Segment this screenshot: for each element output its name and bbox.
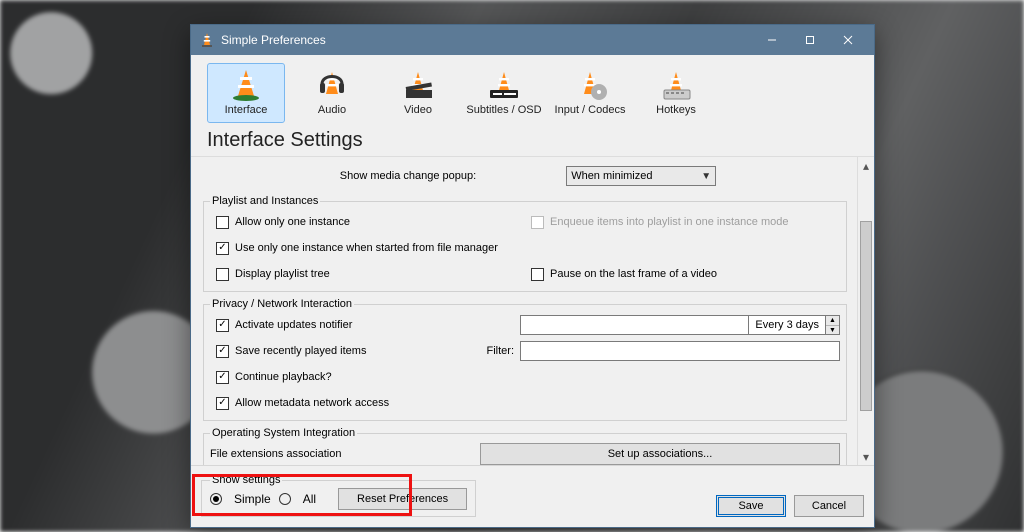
cancel-button[interactable]: Cancel — [794, 495, 864, 517]
filter-label: Filter: — [470, 345, 520, 357]
clapper-cone-icon — [398, 68, 438, 102]
group-legend: Show settings — [210, 474, 282, 486]
spin-value: Every 3 days — [749, 316, 825, 334]
enqueue-one-instance-checkbox — [531, 216, 544, 229]
checkbox-label: Enqueue items into playlist in one insta… — [550, 216, 788, 228]
radio-label: Simple — [234, 492, 271, 506]
checkbox-label: Use only one instance when started from … — [235, 242, 498, 254]
scrollbar-thumb[interactable] — [860, 221, 872, 411]
select-value: When minimized — [571, 170, 652, 182]
close-button[interactable] — [832, 25, 870, 55]
settings-scrollpane: Show media change popup: When minimized … — [191, 157, 857, 465]
group-legend: Privacy / Network Interaction — [210, 298, 354, 310]
category-label: Video — [404, 104, 432, 116]
chevron-down-icon: ▼ — [701, 171, 711, 182]
checkbox-label: Save recently played items — [235, 345, 366, 357]
titlebar: Simple Preferences — [191, 25, 874, 55]
continue-playback-checkbox[interactable] — [216, 371, 229, 384]
category-label: Subtitles / OSD — [466, 104, 541, 116]
category-label: Hotkeys — [656, 104, 696, 116]
file-assoc-label: File extensions association — [210, 448, 480, 460]
save-recent-checkbox[interactable] — [216, 345, 229, 358]
category-toolbar: Interface Audio Video Subtitles / OSD — [191, 55, 874, 125]
pause-last-frame-checkbox[interactable] — [531, 268, 544, 281]
vertical-scrollbar[interactable]: ▴ ▾ — [857, 157, 874, 465]
category-label: Interface — [225, 104, 268, 116]
display-playlist-tree-checkbox[interactable] — [216, 268, 229, 281]
minimize-button[interactable] — [756, 25, 794, 55]
scroll-up-icon[interactable]: ▴ — [858, 157, 874, 174]
updates-interval-field[interactable] — [520, 315, 749, 335]
playlist-group: Playlist and Instances Allow only one in… — [203, 195, 847, 292]
radio-label: All — [303, 492, 316, 506]
os-integration-group: Operating System Integration File extens… — [203, 427, 847, 465]
group-legend: Playlist and Instances — [210, 195, 320, 207]
category-hotkeys[interactable]: Hotkeys — [637, 63, 715, 123]
reset-preferences-button[interactable]: Reset Preferences — [338, 488, 467, 510]
allow-one-instance-checkbox[interactable] — [216, 216, 229, 229]
allow-metadata-checkbox[interactable] — [216, 397, 229, 410]
checkbox-label: Allow only one instance — [235, 216, 350, 228]
window-title: Simple Preferences — [221, 33, 326, 47]
updates-interval-spinner[interactable]: Every 3 days ▲▼ — [749, 315, 840, 335]
show-simple-radio[interactable] — [210, 493, 222, 505]
media-popup-select[interactable]: When minimized ▼ — [566, 166, 716, 186]
category-label: Audio — [318, 104, 346, 116]
subtitle-cone-icon — [484, 68, 524, 102]
checkbox-label: Pause on the last frame of a video — [550, 268, 717, 280]
page-heading: Interface Settings — [191, 125, 874, 157]
category-audio[interactable]: Audio — [293, 63, 371, 123]
category-input-codecs[interactable]: Input / Codecs — [551, 63, 629, 123]
checkbox-label: Continue playback? — [235, 371, 332, 383]
checkbox-label: Allow metadata network access — [235, 397, 389, 409]
scroll-down-icon[interactable]: ▾ — [858, 448, 874, 465]
privacy-group: Privacy / Network Interaction Activate u… — [203, 298, 847, 421]
one-instance-fm-checkbox[interactable] — [216, 242, 229, 255]
spin-up-icon[interactable]: ▲ — [826, 316, 839, 326]
keyboard-cone-icon — [656, 68, 696, 102]
show-settings-group: Show settings Simple All Reset Preferenc… — [201, 474, 476, 517]
save-button[interactable]: Save — [716, 495, 786, 517]
checkbox-label: Activate updates notifier — [235, 319, 352, 331]
setup-associations-button[interactable]: Set up associations... — [480, 443, 840, 465]
disc-cone-icon — [570, 68, 610, 102]
filter-input[interactable] — [520, 341, 840, 361]
group-legend: Operating System Integration — [210, 427, 357, 439]
headphones-cone-icon — [312, 68, 352, 102]
vlc-cone-icon — [199, 32, 215, 48]
show-all-radio[interactable] — [279, 493, 291, 505]
category-video[interactable]: Video — [379, 63, 457, 123]
spin-down-icon[interactable]: ▼ — [826, 326, 839, 335]
preferences-window: Simple Preferences Interface Audio — [190, 24, 875, 528]
dialog-footer: Show settings Simple All Reset Preferenc… — [191, 465, 874, 527]
category-label: Input / Codecs — [555, 104, 626, 116]
category-interface[interactable]: Interface — [207, 63, 285, 123]
cone-icon — [226, 68, 266, 102]
activate-updates-checkbox[interactable] — [216, 319, 229, 332]
category-subtitles[interactable]: Subtitles / OSD — [465, 63, 543, 123]
media-popup-label: Show media change popup: — [340, 170, 476, 182]
maximize-button[interactable] — [794, 25, 832, 55]
checkbox-label: Display playlist tree — [235, 268, 330, 280]
